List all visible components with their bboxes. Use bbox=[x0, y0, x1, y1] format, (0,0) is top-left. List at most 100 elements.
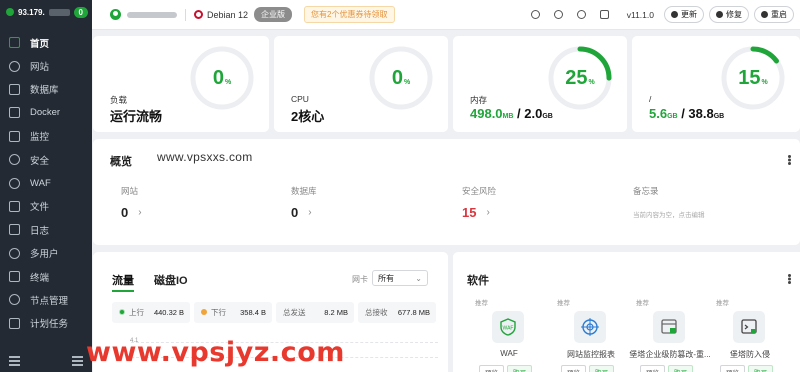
load-card[interactable]: 0% 负载 运行流畅 bbox=[93, 36, 269, 132]
tab-traffic[interactable]: 流量 bbox=[112, 272, 134, 292]
preview-button[interactable]: 预览 bbox=[479, 365, 504, 372]
sidebar-item-label: 多用户 bbox=[30, 249, 59, 261]
upload-dot-icon bbox=[119, 309, 125, 315]
sidebar-item-database[interactable]: 数据库 bbox=[0, 78, 92, 101]
bell-icon[interactable] bbox=[576, 10, 586, 19]
stat-download: 下行 358.4 B bbox=[194, 302, 272, 323]
waf-shield-icon bbox=[9, 177, 20, 189]
menu-icon[interactable] bbox=[9, 356, 20, 366]
panel-version[interactable]: v11.1.0 bbox=[627, 10, 654, 20]
disk-percent: 15% bbox=[738, 66, 768, 89]
load-label: 负载 bbox=[110, 95, 128, 105]
memory-percent: 25% bbox=[565, 66, 595, 89]
recommend-tag: 推荐 bbox=[475, 300, 488, 307]
stat-upload: 上行 440.32 B bbox=[112, 302, 190, 323]
software-more-icon[interactable] bbox=[788, 274, 791, 284]
update-button[interactable]: 更新 bbox=[664, 6, 704, 23]
tab-disk-io[interactable]: 磁盘IO bbox=[154, 272, 188, 292]
memory-usage: 498.0MB / 2.0GB bbox=[470, 106, 553, 121]
overview-title: 概览 bbox=[110, 156, 132, 168]
sidebar-item-files[interactable]: 文件 bbox=[0, 195, 92, 218]
top-bar: Debian 12 企业版 您有2个优惠券待领取 v11.1.0 更新 修复 重… bbox=[92, 0, 800, 30]
app-intrusion-defense[interactable]: 推荐 堡塔防入侵 预览购买 bbox=[716, 297, 796, 372]
software-card: 软件 推荐 WAF WAF 预览购买 推荐 网站监控报表 预览购买 推荐 堡塔企… bbox=[453, 252, 800, 372]
coupon-notice[interactable]: 您有2个优惠券待领取 bbox=[304, 6, 395, 23]
docker-icon bbox=[9, 107, 20, 119]
notes-icon[interactable] bbox=[599, 10, 609, 19]
sidebar-item-label: WAF bbox=[30, 177, 51, 189]
memo-placeholder: 当前内容为空，点击编辑 bbox=[633, 212, 705, 219]
databases-count: 0 bbox=[291, 205, 299, 220]
overview-databases[interactable]: 数据库 0 › bbox=[291, 185, 317, 220]
watermark-text: www.vpsjyz.com bbox=[86, 337, 345, 368]
cpu-label: CPU bbox=[291, 94, 309, 104]
restart-button[interactable]: 重启 bbox=[754, 6, 794, 23]
repair-button[interactable]: 修复 bbox=[709, 6, 749, 23]
svg-text:WAF: WAF bbox=[503, 326, 514, 332]
intrusion-defense-app-icon bbox=[733, 311, 765, 343]
app-tamper-proof[interactable]: 推荐 堡塔企业级防篡改-重... 预览购买 bbox=[629, 297, 716, 372]
overview-card: 概览 www.vpsxxs.com 网站 0 › 数据库 0 › 安全风险 15 › … bbox=[93, 139, 800, 245]
sidebar-item-nodes[interactable]: 节点管理 bbox=[0, 288, 92, 311]
recommend-tag: 推荐 bbox=[716, 300, 729, 307]
load-percent: 0% bbox=[212, 66, 232, 89]
sidebar-item-label: 日志 bbox=[30, 225, 50, 237]
buy-button[interactable]: 购买 bbox=[589, 365, 614, 372]
app-name: 堡塔防入侵 bbox=[730, 350, 770, 359]
sidebar-item-home[interactable]: 首页 bbox=[0, 31, 92, 54]
skin-icon[interactable] bbox=[553, 10, 563, 19]
app-site-monitor[interactable]: 推荐 网站监控报表 预览购买 bbox=[557, 297, 637, 372]
chevron-right-icon: › bbox=[486, 207, 490, 218]
websites-count: 0 bbox=[121, 205, 129, 220]
avatar[interactable] bbox=[110, 9, 121, 20]
sidebar-item-cron[interactable]: 计划任务 bbox=[0, 312, 92, 335]
buy-button[interactable]: 购买 bbox=[507, 365, 532, 372]
sidebar-item-monitor[interactable]: 监控 bbox=[0, 125, 92, 148]
load-status: 运行流畅 bbox=[110, 109, 163, 124]
sidebar-item-label: 文件 bbox=[30, 202, 50, 214]
update-icon bbox=[671, 11, 678, 18]
sidebar-item-terminal[interactable]: 终端 bbox=[0, 265, 92, 288]
overview-memo[interactable]: 备忘录 当前内容为空，点击编辑 bbox=[633, 185, 705, 219]
cpu-cores: 2核心 bbox=[291, 109, 325, 124]
disk-card[interactable]: 15% / 5.6GB / 38.8GB bbox=[632, 36, 800, 132]
sidebar: 93.179. 0 首页 网站 数据库 Docker 监控 安全 WAF 文件 … bbox=[0, 0, 92, 372]
databases-label: 数据库 bbox=[291, 186, 317, 196]
memory-card[interactable]: 25% 内存 498.0MB / 2.0GB bbox=[453, 36, 627, 132]
theme-sun-icon[interactable] bbox=[530, 10, 540, 19]
chevron-down-icon: ⌄ bbox=[415, 273, 422, 283]
preview-button[interactable]: 预览 bbox=[720, 365, 745, 372]
recommend-tag: 推荐 bbox=[636, 300, 649, 307]
sidebar-item-waf[interactable]: WAF bbox=[0, 171, 92, 194]
restart-label: 重启 bbox=[771, 10, 787, 19]
buy-button[interactable]: 购买 bbox=[748, 365, 773, 372]
status-dot-icon bbox=[6, 8, 14, 16]
download-dot-icon bbox=[201, 309, 207, 315]
sidebar-item-website[interactable]: 网站 bbox=[0, 54, 92, 77]
preview-button[interactable]: 预览 bbox=[640, 365, 665, 372]
sidebar-item-security[interactable]: 安全 bbox=[0, 148, 92, 171]
overview-security-risk[interactable]: 安全风险 15 › bbox=[462, 185, 496, 220]
calendar-icon bbox=[9, 317, 20, 329]
overview-site-url: www.vpsxxs.com bbox=[157, 150, 253, 164]
nic-select[interactable]: 所有 ⌄ bbox=[372, 270, 428, 286]
buy-button[interactable]: 购买 bbox=[668, 365, 693, 372]
sidebar-item-users[interactable]: 多用户 bbox=[0, 242, 92, 265]
overview-websites[interactable]: 网站 0 › bbox=[121, 185, 142, 220]
app-waf[interactable]: 推荐 WAF WAF 预览购买 bbox=[475, 297, 555, 372]
update-label: 更新 bbox=[681, 10, 697, 19]
sidebar-item-docker[interactable]: Docker bbox=[0, 101, 92, 124]
folder-icon bbox=[9, 200, 20, 212]
message-badge[interactable]: 0 bbox=[73, 6, 88, 18]
repair-icon bbox=[716, 11, 723, 18]
cpu-card[interactable]: 0% CPU 2核心 bbox=[274, 36, 448, 132]
edition-badge: 企业版 bbox=[254, 7, 293, 22]
terminal-icon bbox=[9, 271, 20, 283]
collapse-menu-icon[interactable] bbox=[72, 356, 83, 366]
preview-button[interactable]: 预览 bbox=[561, 365, 586, 372]
sidebar-item-logs[interactable]: 日志 bbox=[0, 218, 92, 241]
masked-username bbox=[127, 11, 177, 18]
overview-more-icon[interactable] bbox=[788, 155, 791, 165]
sidebar-item-label: 节点管理 bbox=[30, 295, 69, 307]
disk-usage: 5.6GB / 38.8GB bbox=[649, 106, 725, 121]
